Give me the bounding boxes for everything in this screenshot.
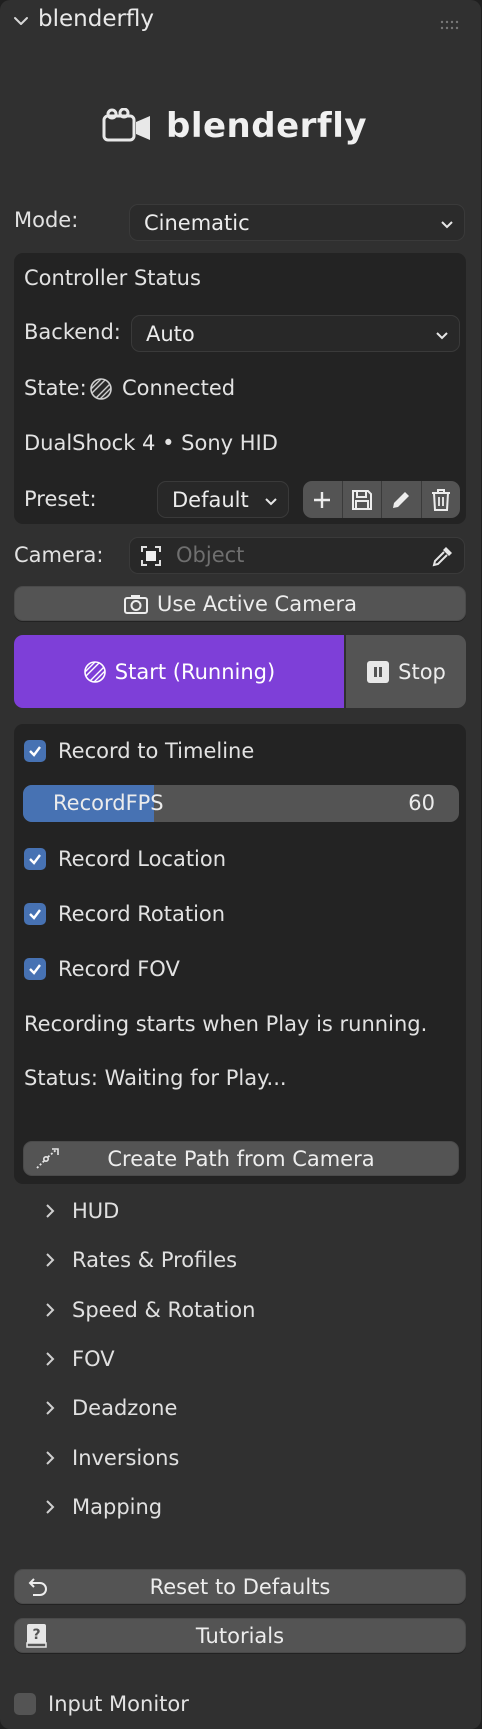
drag-handle-icon[interactable] — [440, 16, 460, 30]
mode-label: Mode: — [14, 208, 79, 232]
camera-object-icon — [140, 545, 162, 567]
chevron-down-icon — [435, 322, 449, 346]
backend-label: Backend: — [24, 320, 121, 344]
eyedropper-icon[interactable] — [431, 544, 455, 568]
record-location-checkbox[interactable]: Record Location — [24, 847, 226, 871]
help-book-icon: ? — [25, 1623, 49, 1649]
save-icon — [351, 489, 372, 510]
record-fps-label-left: Record — [53, 791, 126, 815]
section-label: Rates & Profiles — [72, 1248, 238, 1272]
camera-placeholder: Object — [176, 543, 245, 567]
logo-text: blenderfly — [166, 106, 368, 146]
pencil-icon — [393, 491, 410, 508]
delete-preset-button[interactable] — [422, 481, 461, 518]
backend-value: Auto — [146, 321, 195, 346]
input-monitor-label: Input Monitor — [48, 1692, 189, 1716]
section-label: Mapping — [72, 1495, 163, 1519]
preset-dropdown[interactable]: Default — [157, 481, 289, 518]
mode-value: Cinematic — [144, 210, 250, 235]
record-to-timeline-label: Record to Timeline — [58, 739, 255, 763]
state-label: State: — [24, 376, 87, 400]
section-fov[interactable]: FOV — [38, 1347, 115, 1371]
chevron-right-icon — [38, 1202, 62, 1220]
recording-info-text: Recording starts when Play is running. — [24, 1012, 428, 1036]
panel-title[interactable]: blenderfly — [38, 6, 154, 32]
controller-status-heading: Controller Status — [24, 266, 201, 290]
preset-value: Default — [172, 487, 249, 512]
chevron-right-icon — [38, 1251, 62, 1269]
chevron-down-icon — [264, 488, 278, 512]
camera-label: Camera: — [14, 543, 104, 567]
record-rotation-checkbox[interactable]: Record Rotation — [24, 902, 225, 926]
addon-panel: blenderfly blenderfly Mode: Cinematic Co… — [0, 0, 481, 1729]
section-label: FOV — [72, 1347, 115, 1371]
start-button[interactable]: Start (Running) — [14, 635, 344, 708]
camera-logo-icon — [102, 107, 154, 144]
use-active-camera-button[interactable]: Use Active Camera — [14, 586, 466, 621]
record-fov-checkbox[interactable]: Record FOV — [24, 957, 180, 981]
state-value: Connected — [122, 376, 236, 400]
preset-toolbar — [303, 481, 460, 518]
record-fps-slider[interactable]: RecordFPS 60 — [23, 785, 459, 822]
checkbox-checked-icon — [24, 740, 46, 762]
section-mapping[interactable]: Mapping — [38, 1495, 162, 1519]
record-fps-label-right: FPS — [125, 791, 164, 815]
section-rates-profiles[interactable]: Rates & Profiles — [38, 1248, 237, 1272]
record-fps-label: RecordFPS — [53, 791, 164, 815]
mode-dropdown[interactable]: Cinematic — [129, 204, 465, 241]
edit-preset-button[interactable] — [382, 481, 422, 518]
device-info: DualShock 4 • Sony HID — [24, 431, 278, 455]
section-deadzone[interactable]: Deadzone — [38, 1396, 177, 1420]
tutorials-button[interactable]: ? Tutorials — [14, 1618, 466, 1653]
stop-button[interactable]: Stop — [346, 635, 466, 708]
start-button-label: Start (Running) — [114, 659, 276, 684]
section-label: HUD — [72, 1199, 120, 1223]
input-monitor-checkbox[interactable]: Input Monitor — [14, 1692, 189, 1716]
section-speed-rotation[interactable]: Speed & Rotation — [38, 1298, 255, 1322]
reset-arrow-icon — [25, 1575, 49, 1599]
checkbox-unchecked-icon — [14, 1693, 36, 1715]
chevron-right-icon — [38, 1449, 62, 1467]
create-path-button[interactable]: Create Path from Camera — [23, 1141, 459, 1176]
save-preset-button[interactable] — [343, 481, 382, 518]
camera-object-field[interactable]: Object — [129, 537, 465, 574]
tutorials-label: Tutorials — [195, 1623, 285, 1648]
record-to-timeline-checkbox[interactable]: Record to Timeline — [24, 739, 254, 763]
svg-text:?: ? — [32, 1627, 40, 1643]
backend-dropdown[interactable]: Auto — [131, 315, 460, 352]
section-label: Inversions — [72, 1446, 180, 1470]
section-label: Deadzone — [72, 1396, 178, 1420]
plus-icon — [314, 491, 331, 508]
record-location-label: Record Location — [58, 847, 227, 871]
checkbox-checked-icon — [24, 848, 46, 870]
trash-icon — [431, 488, 450, 511]
add-preset-button[interactable] — [303, 481, 343, 518]
chevron-down-icon — [440, 211, 454, 235]
record-fps-value: 60 — [408, 791, 435, 815]
recording-status-text: Status: Waiting for Play... — [24, 1066, 287, 1090]
record-rotation-label: Record Rotation — [58, 902, 226, 926]
section-inversions[interactable]: Inversions — [38, 1446, 179, 1470]
use-active-camera-label: Use Active Camera — [157, 591, 357, 616]
create-path-label: Create Path from Camera — [107, 1146, 375, 1171]
record-fov-label: Record FOV — [58, 957, 180, 981]
section-label: Speed & Rotation — [72, 1298, 256, 1322]
reset-to-defaults-label: Reset to Defaults — [149, 1574, 331, 1599]
chevron-right-icon — [38, 1399, 62, 1417]
collapse-chevron-icon[interactable] — [10, 10, 32, 32]
chevron-right-icon — [38, 1350, 62, 1368]
camera-icon — [124, 594, 149, 614]
pause-icon — [367, 660, 390, 683]
section-hud[interactable]: HUD — [38, 1199, 119, 1223]
chevron-right-icon — [38, 1301, 62, 1319]
running-status-icon — [83, 660, 106, 683]
curve-path-icon — [34, 1147, 60, 1171]
reset-to-defaults-button[interactable]: Reset to Defaults — [14, 1569, 466, 1604]
stop-button-label: Stop — [398, 659, 446, 684]
chevron-right-icon — [38, 1498, 62, 1516]
checkbox-checked-icon — [24, 903, 46, 925]
checkbox-checked-icon — [24, 958, 46, 980]
connected-status-icon — [89, 377, 113, 401]
preset-label: Preset: — [24, 487, 97, 511]
